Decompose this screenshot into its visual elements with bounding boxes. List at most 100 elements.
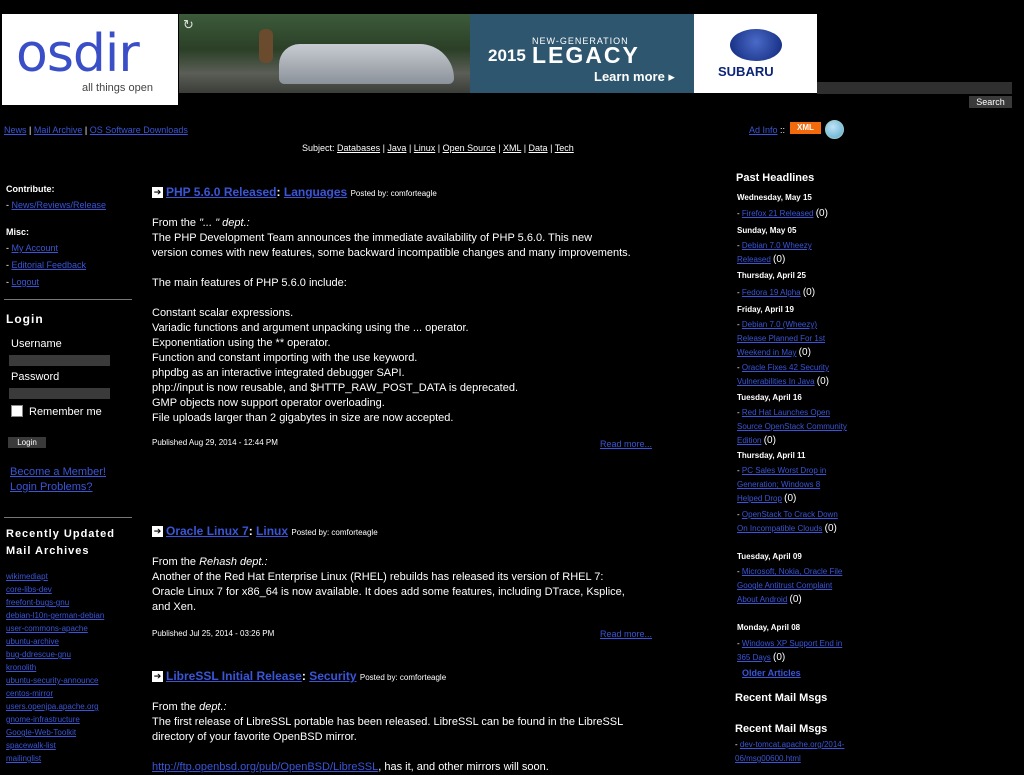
read-more-link[interactable]: Read more... [600, 629, 652, 639]
remember-me-checkbox[interactable] [11, 405, 23, 417]
article-dept: From the "... " dept.: [152, 217, 250, 229]
article-title-link[interactable]: LibreSSL Initial Release [166, 669, 302, 683]
archive-link[interactable]: gnome-infrastructure [6, 713, 104, 726]
subject-databases[interactable]: Databases [337, 143, 380, 153]
article-published: Published Jul 25, 2014 - 03:26 PM [152, 629, 275, 638]
archive-link[interactable]: kronolith [6, 661, 104, 674]
misc-item: - Logout [6, 277, 40, 287]
archive-link[interactable]: users.openjpa.apache.org [6, 700, 104, 713]
xml-feed-badge[interactable]: XML [790, 122, 821, 134]
globe-icon[interactable] [825, 120, 844, 139]
ad-year: 2015 [488, 46, 526, 65]
article-title-link[interactable]: PHP 5.6.0 Released [166, 185, 277, 199]
article-line: Another of the Red Hat Enterprise Linux … [152, 571, 604, 583]
ad-info-link[interactable]: Ad Info [749, 125, 778, 135]
headline-item: - PC Sales Worst Drop in Generation; Win… [737, 466, 827, 504]
subject-linux[interactable]: Linux [414, 143, 436, 153]
headline-link[interactable]: Fedora 19 Alpha [742, 288, 801, 297]
article-blank-line [152, 261, 672, 276]
article-title-row: ➔ PHP 5.6.0 Released: Languages Posted by… [152, 185, 437, 199]
search-input[interactable] [817, 82, 1012, 94]
article-category-link[interactable]: Linux [256, 524, 288, 538]
headline-link[interactable]: Windows XP Support End in 365 Days [737, 639, 842, 662]
subject-prefix: Subject: [302, 143, 335, 153]
archive-link[interactable]: centos-mirror [6, 687, 104, 700]
top-nav: News | Mail Archive | OS Software Downlo… [4, 125, 188, 135]
recent-archives-heading-2: Mail Archives [6, 545, 90, 557]
archive-link[interactable]: core-libs-dev [6, 583, 104, 596]
subject-data[interactable]: Data [529, 143, 548, 153]
article-line: The first release of LibreSSL portable h… [152, 716, 624, 728]
subaru-emblem-icon [730, 29, 782, 61]
archive-link[interactable]: Google-Web-Toolkit [6, 726, 104, 739]
headline-day: Thursday, April 11 [737, 451, 806, 460]
login-button[interactable]: Login [8, 437, 46, 448]
password-label: Password [11, 371, 60, 383]
article-title-row: ➔ LibreSSL Initial Release: Security Post… [152, 669, 447, 683]
become-member-link: Become a Member! [10, 466, 106, 478]
recent-mail-link[interactable]: dev-tomcat.apache.org/2014-06/msg00600.h… [735, 740, 844, 763]
ad-text-panel: NEW-GENERATION 2015 LEGACY Learn more ▸ [470, 14, 694, 93]
nav-os-software-downloads[interactable]: OS Software Downloads [90, 125, 188, 135]
archive-link[interactable]: user-commons-apache [6, 622, 104, 635]
nav-mail-archive[interactable]: Mail Archive [34, 125, 83, 135]
article-dept: From the Rehash dept.: [152, 556, 268, 568]
read-more-link[interactable]: Read more... [600, 439, 652, 449]
headline-link[interactable]: PC Sales Worst Drop in Generation; Windo… [737, 466, 826, 503]
article-body: From the Rehash dept.: Another of the Re… [152, 555, 672, 615]
logout-link[interactable]: Logout [12, 277, 40, 287]
article-category-link[interactable]: Security [309, 669, 356, 683]
divider [4, 517, 132, 518]
car-image [279, 44, 454, 84]
login-heading: Login [6, 312, 44, 326]
headline-link[interactable]: OpenStack To Crack Down On Incompatible … [737, 510, 838, 533]
my-account-link[interactable]: My Account [12, 243, 59, 253]
headline-link[interactable]: Debian 7.0 (Wheezy) Release Planned For … [737, 320, 825, 357]
headline-link[interactable]: Red Hat Launches Open Source OpenStack C… [737, 408, 847, 445]
article-posted-by: Posted by: comforteagle [350, 189, 437, 198]
archive-link[interactable]: wikimediapt [6, 570, 104, 583]
archive-link[interactable]: ubuntu-security-announce [6, 674, 104, 687]
recent-mail-heading: Recent Mail Msgs [735, 723, 828, 735]
password-field[interactable] [9, 388, 110, 399]
article-body: From the "... " dept.: The PHP Developme… [152, 216, 672, 426]
login-problems-link-text[interactable]: Login Problems? [10, 481, 93, 493]
headline-item: - Debian 7.0 Wheezy Released (0) [737, 241, 812, 265]
article-line: Variadic functions and argument unpackin… [152, 322, 469, 334]
subject-java[interactable]: Java [387, 143, 406, 153]
recent-mail-heading: Recent Mail Msgs [735, 692, 828, 704]
headline-link[interactable]: Oracle Fixes 42 Security Vulnerabilities… [737, 363, 829, 386]
search-button[interactable]: Search [969, 96, 1012, 108]
subaru-logo: SUBARU [694, 14, 817, 93]
ad-photo [179, 14, 470, 93]
archive-link[interactable]: bug-ddrescue-gnu [6, 648, 104, 661]
older-articles-link[interactable]: Older Articles [742, 668, 801, 678]
recent-mail-item: - dev-tomcat.apache.org/2014-06/msg00600… [735, 740, 845, 763]
archive-link[interactable]: ubuntu-archive [6, 635, 104, 648]
article-line: Oracle Linux 7 for x86_64 is now availab… [152, 586, 625, 598]
editorial-feedback-link[interactable]: Editorial Feedback [12, 260, 87, 270]
subject-xml[interactable]: XML [503, 143, 521, 153]
article-category-link[interactable]: Languages [284, 185, 347, 199]
archive-link[interactable]: debian-l10n-german-debian [6, 609, 104, 622]
username-label: Username [11, 338, 62, 350]
headline-link[interactable]: Firefox 21 Released [742, 209, 814, 218]
nav-news[interactable]: News [4, 125, 27, 135]
archive-link[interactable]: freefont-bugs-gnu [6, 596, 104, 609]
archive-link[interactable]: spacewalk-list [6, 739, 104, 752]
osdir-logo[interactable]: osdir all things open [2, 14, 178, 105]
subject-tech[interactable]: Tech [555, 143, 574, 153]
article-line: directory of your favorite OpenBSD mirro… [152, 731, 357, 743]
misc-item: - Editorial Feedback [6, 260, 87, 270]
archive-link[interactable]: mailinglist [6, 752, 104, 765]
reload-icon[interactable]: ↻ [183, 17, 194, 33]
subject-open-source[interactable]: Open Source [443, 143, 496, 153]
ad-learn-more[interactable]: Learn more ▸ [594, 69, 675, 85]
username-field[interactable] [9, 355, 110, 366]
contribute-news-link[interactable]: News/Reviews/Release [12, 200, 107, 210]
article-inline-link[interactable]: http://ftp.openbsd.org/pub/OpenBSD/Libre… [152, 761, 378, 773]
article-body: From the dept.: The first release of Lib… [152, 700, 672, 775]
become-member-link-text[interactable]: Become a Member! [10, 466, 106, 478]
article-title-link[interactable]: Oracle Linux 7 [166, 524, 249, 538]
ad-banner[interactable]: ↻ NEW-GENERATION 2015 LEGACY Learn more … [179, 14, 817, 93]
